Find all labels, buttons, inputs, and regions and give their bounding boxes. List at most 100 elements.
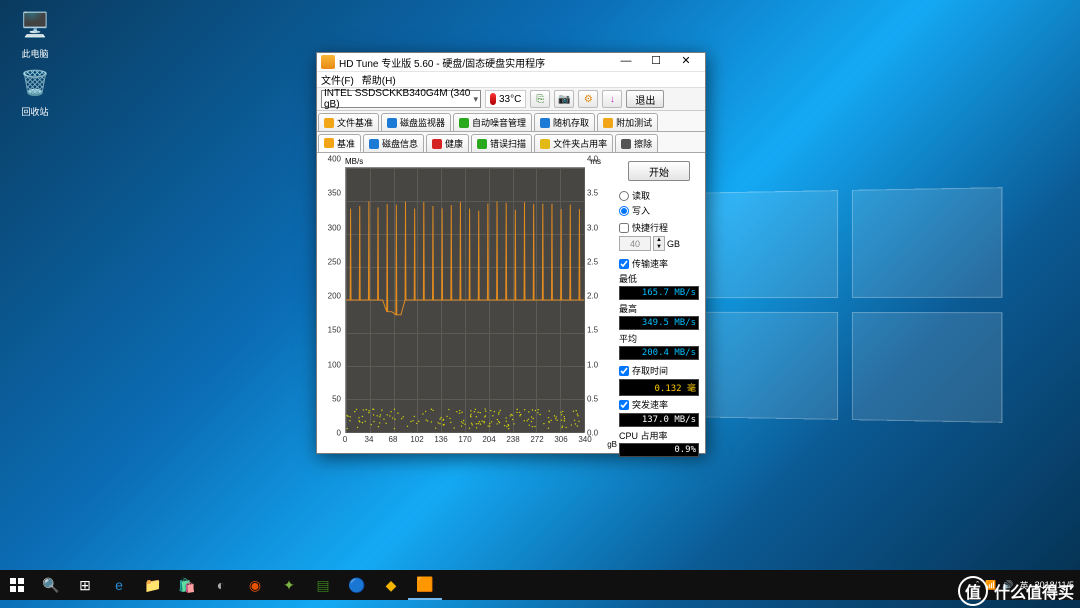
- write-radio[interactable]: 写入: [619, 204, 699, 217]
- tab-label: 磁盘监视器: [400, 116, 445, 129]
- tab-icon: [621, 139, 631, 149]
- benchmark-chart: MB/s ms 050100150200250300350400 0.00.51…: [323, 159, 603, 449]
- close-button[interactable]: ✕: [671, 53, 701, 71]
- tab-label: 健康: [445, 137, 463, 150]
- tab-文件夹占用率[interactable]: 文件夹占用率: [534, 134, 613, 152]
- tab-健康[interactable]: 健康: [426, 134, 469, 152]
- desktop: 🖥️ 此电脑 🗑️ 回收站 HD Tune 专业版 5.60 - 硬盘/固态硬盘…: [0, 0, 1080, 608]
- x-axis-unit: gB: [607, 440, 617, 449]
- tab-自动噪音管理[interactable]: 自动噪音管理: [453, 113, 532, 131]
- read-radio[interactable]: 读取: [619, 189, 699, 202]
- y-axis: 050100150200250300350400: [323, 159, 343, 433]
- min-label: 最低: [619, 272, 699, 285]
- hdtune-window: HD Tune 专业版 5.60 - 硬盘/固态硬盘实用程序 — ☐ ✕ 文件(…: [316, 52, 706, 454]
- taskbar-search-icon[interactable]: 🔍: [34, 570, 68, 600]
- shortstroke-checkbox[interactable]: 快捷行程: [619, 221, 699, 234]
- toolbar-screenshot-button[interactable]: 📷: [554, 90, 574, 108]
- taskbar-app-icon[interactable]: ✦: [272, 570, 306, 600]
- access-value: 0.132 毫: [619, 379, 699, 396]
- watermark-text: 什么值得买: [994, 579, 1074, 603]
- watermark-badge: 值: [958, 576, 988, 606]
- toolbar-save-button[interactable]: ↓: [602, 90, 622, 108]
- y2-axis: 0.00.51.01.52.02.53.03.54.0: [585, 159, 603, 433]
- maximize-button[interactable]: ☐: [641, 53, 671, 71]
- tab-label: 擦除: [634, 137, 652, 150]
- taskbar-chrome-icon[interactable]: 🔵: [340, 570, 374, 600]
- tab-icon: [324, 138, 334, 148]
- tab-icon: [432, 139, 442, 149]
- taskbar-app-icon[interactable]: ▤: [306, 570, 340, 600]
- exit-button[interactable]: 退出: [626, 90, 664, 108]
- tab-label: 附加测试: [616, 116, 652, 129]
- menu-file[interactable]: 文件(F): [321, 72, 354, 87]
- taskbar-taskview-icon[interactable]: ⊞: [68, 570, 102, 600]
- cpu-value: 0.9%: [619, 443, 699, 457]
- tab-icon: [387, 118, 397, 128]
- desktop-icon-label: 回收站: [10, 105, 60, 118]
- tab-label: 随机存取: [553, 116, 589, 129]
- thermometer-icon: [490, 93, 496, 105]
- content-area: MB/s ms 050100150200250300350400 0.00.51…: [317, 153, 705, 458]
- taskbar-hdtune-icon[interactable]: 🟧: [408, 570, 442, 600]
- tab-icon: [477, 139, 487, 149]
- tab-附加测试[interactable]: 附加测试: [597, 113, 658, 131]
- start-button[interactable]: 开始: [628, 161, 690, 181]
- tab-icon: [540, 139, 550, 149]
- desktop-icon-recycle-bin[interactable]: 🗑️ 回收站: [10, 64, 60, 118]
- toolbar-settings-button[interactable]: ⚙: [578, 90, 598, 108]
- minimize-button[interactable]: —: [611, 53, 641, 71]
- tab-基准[interactable]: 基准: [318, 134, 361, 152]
- recycle-icon: 🗑️: [16, 64, 54, 102]
- avg-label: 平均: [619, 332, 699, 345]
- tab-label: 自动噪音管理: [472, 116, 526, 129]
- max-label: 最高: [619, 302, 699, 315]
- taskbar-explorer-icon[interactable]: 📁: [136, 570, 170, 600]
- avg-value: 200.4 MB/s: [619, 346, 699, 360]
- window-title: HD Tune 专业版 5.60 - 硬盘/固态硬盘实用程序: [339, 55, 611, 70]
- menubar: 文件(F) 帮助(H): [317, 72, 705, 88]
- toolbar-copy-button[interactable]: ⎘: [530, 90, 550, 108]
- tab-row-bottom: 基准 磁盘信息 健康 错误扫描文件夹占用率 擦除: [317, 132, 705, 153]
- shortstroke-value: 40: [619, 236, 651, 251]
- tab-label: 错误扫描: [490, 137, 526, 150]
- titlebar[interactable]: HD Tune 专业版 5.60 - 硬盘/固态硬盘实用程序 — ☐ ✕: [317, 53, 705, 72]
- cpu-label: CPU 占用率: [619, 429, 699, 442]
- chart-area: MB/s ms 050100150200250300350400 0.00.51…: [317, 153, 619, 458]
- watermark: 值 什么值得买: [958, 576, 1074, 606]
- taskbar[interactable]: 🔍 ⊞ e 📁 🛍️ ◐ ◉ ✦ ▤ 🔵 ◆ 🟧 ˆ 📶 🔊 英 2018/11…: [0, 570, 1080, 600]
- taskbar-app-icon[interactable]: ◉: [238, 570, 272, 600]
- side-panel: 开始 读取 写入 快捷行程 40 ▲▼ GB 传输速率 最低 165.7 MB/…: [619, 153, 705, 458]
- taskbar-app-icon[interactable]: ◆: [374, 570, 408, 600]
- plot-area: [345, 167, 585, 433]
- transfer-rate-checkbox[interactable]: 传输速率: [619, 257, 699, 270]
- tab-文件基准[interactable]: 文件基准: [318, 113, 379, 131]
- min-value: 165.7 MB/s: [619, 286, 699, 300]
- pc-icon: 🖥️: [16, 6, 54, 44]
- tab-label: 文件基准: [337, 116, 373, 129]
- spinner-arrows-icon[interactable]: ▲▼: [653, 236, 665, 251]
- taskbar-edge-icon[interactable]: e: [102, 570, 136, 600]
- desktop-icon-this-pc[interactable]: 🖥️ 此电脑: [10, 6, 60, 60]
- wallpaper-windows-logo: [695, 187, 1002, 423]
- menu-help[interactable]: 帮助(H): [362, 72, 396, 87]
- taskbar-store-icon[interactable]: 🛍️: [170, 570, 204, 600]
- tab-错误扫描[interactable]: 错误扫描: [471, 134, 532, 152]
- taskbar-steam-icon[interactable]: ◐: [204, 570, 238, 600]
- tab-icon: [603, 118, 613, 128]
- tab-label: 磁盘信息: [382, 137, 418, 150]
- tab-随机存取[interactable]: 随机存取: [534, 113, 595, 131]
- tab-icon: [459, 118, 469, 128]
- max-value: 349.5 MB/s: [619, 316, 699, 330]
- tab-擦除[interactable]: 擦除: [615, 134, 658, 152]
- start-menu-button[interactable]: [0, 570, 34, 600]
- drive-select[interactable]: INTEL SSDSCKKB340G4M (340 gB): [321, 90, 481, 108]
- temperature-value: 33°C: [499, 94, 521, 105]
- burst-rate-checkbox[interactable]: 突发速率: [619, 398, 699, 411]
- shortstroke-spinner[interactable]: 40 ▲▼ GB: [619, 236, 699, 251]
- access-time-checkbox[interactable]: 存取时间: [619, 364, 699, 377]
- shortstroke-unit: GB: [667, 239, 680, 249]
- burst-value: 137.0 MB/s: [619, 413, 699, 427]
- tab-磁盘监视器[interactable]: 磁盘监视器: [381, 113, 451, 131]
- desktop-icon-label: 此电脑: [10, 47, 60, 60]
- tab-磁盘信息[interactable]: 磁盘信息: [363, 134, 424, 152]
